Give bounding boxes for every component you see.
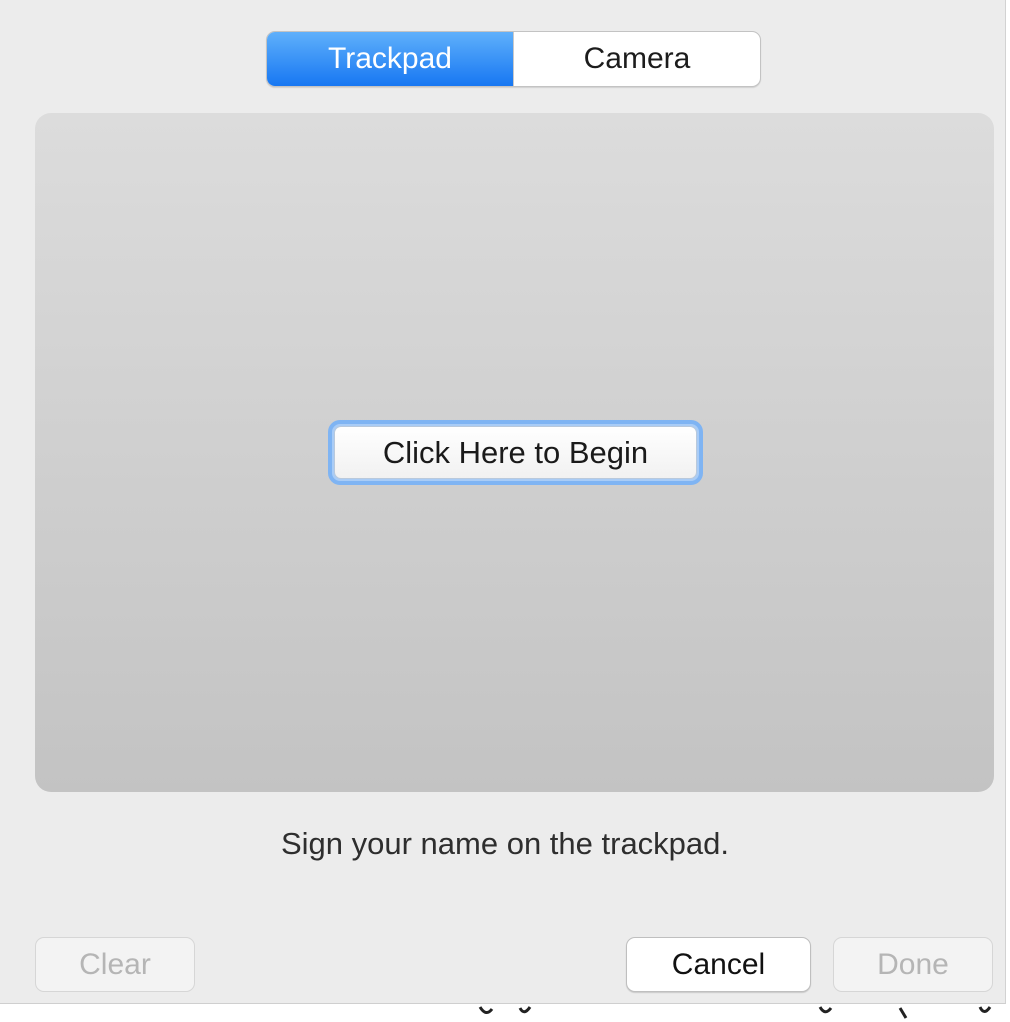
- tab-camera[interactable]: Camera: [513, 32, 760, 86]
- done-button[interactable]: Done: [833, 937, 993, 992]
- clear-button[interactable]: Clear: [35, 937, 195, 992]
- tab-trackpad[interactable]: Trackpad: [267, 32, 513, 86]
- click-to-begin-button[interactable]: Click Here to Begin: [328, 420, 703, 485]
- cancel-button[interactable]: Cancel: [626, 937, 811, 992]
- background-handwriting-fragment: [478, 1006, 992, 1019]
- background-document-edge: [0, 1005, 1010, 1022]
- signature-dialog: Trackpad Camera Click Here to Begin Sign…: [0, 0, 1006, 1004]
- click-to-begin-label: Click Here to Begin: [334, 426, 697, 479]
- instruction-text: Sign your name on the trackpad.: [280, 826, 730, 861]
- source-segmented-control: Trackpad Camera: [266, 31, 761, 87]
